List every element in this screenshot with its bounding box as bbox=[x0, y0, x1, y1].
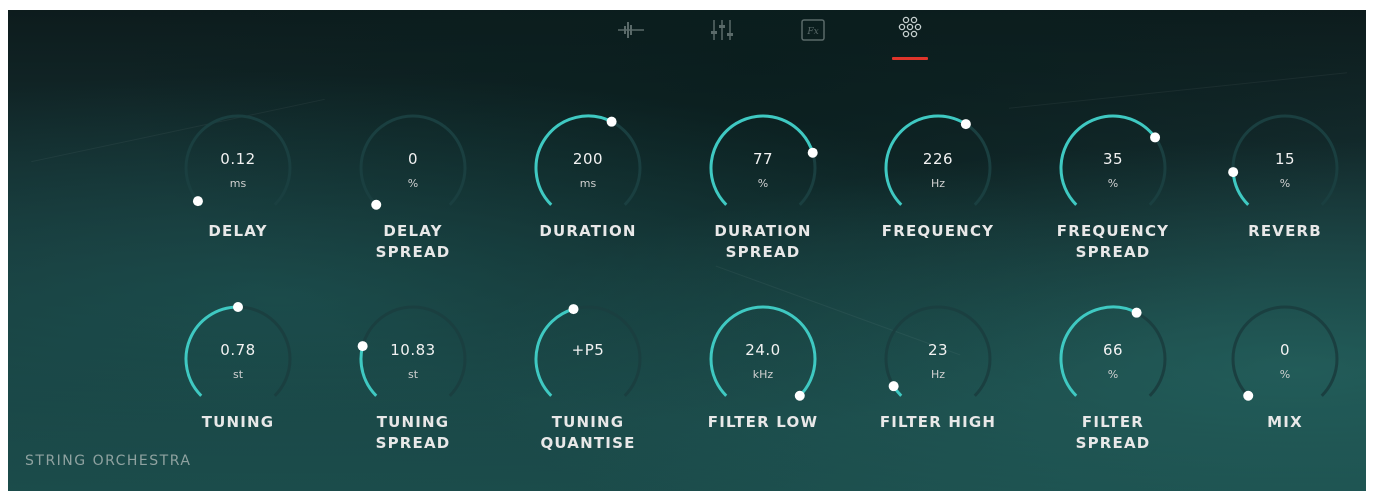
knob-label: FILTER HIGH bbox=[879, 413, 997, 431]
knob-unit: st bbox=[407, 368, 419, 381]
knob-unit: ms bbox=[579, 177, 597, 190]
knob-unit: Hz bbox=[930, 177, 946, 190]
knob-handle[interactable] bbox=[606, 116, 617, 127]
knob-reverb[interactable]: 15% REVERB bbox=[1220, 103, 1350, 253]
knob-frequency-spread[interactable]: 35% FREQUENCY SPREAD bbox=[1048, 103, 1178, 261]
knob-value: 0.78 bbox=[220, 341, 256, 359]
knob-handle[interactable] bbox=[568, 304, 579, 315]
knob-value: 77 bbox=[752, 150, 774, 168]
active-tab-indicator bbox=[892, 57, 928, 60]
knob-value: 10.83 bbox=[390, 341, 436, 359]
fx-icon: Fx bbox=[801, 19, 825, 41]
knob-filter-low[interactable]: 24.0 kHz FILTER LOW bbox=[698, 294, 828, 444]
nav-tab-dots[interactable] bbox=[888, 10, 932, 50]
knob-dial[interactable] bbox=[1048, 294, 1178, 424]
knob-dial[interactable] bbox=[523, 103, 653, 233]
knob-unit: % bbox=[407, 177, 419, 190]
knob-handle[interactable] bbox=[1243, 390, 1254, 401]
knob-handle[interactable] bbox=[192, 196, 203, 207]
knob-handle[interactable] bbox=[1150, 132, 1161, 143]
knob-dial[interactable] bbox=[523, 294, 653, 424]
knob-label: DELAY SPREAD bbox=[375, 222, 451, 261]
knob-value: 66 bbox=[1102, 341, 1124, 359]
knob-value: 0.12 bbox=[220, 150, 256, 168]
knob-value: 0 bbox=[1279, 341, 1291, 359]
knob-label: FILTER SPREAD bbox=[1075, 413, 1151, 452]
knob-unit: % bbox=[1107, 177, 1119, 190]
knob-dial[interactable] bbox=[698, 294, 828, 424]
knob-label: FILTER LOW bbox=[707, 413, 819, 431]
knob-handle[interactable] bbox=[1131, 307, 1142, 318]
knob-tuning[interactable]: 0.78 st TUNING bbox=[173, 294, 303, 444]
knob-handle[interactable] bbox=[1228, 167, 1239, 178]
knob-handle[interactable] bbox=[233, 302, 243, 312]
knob-value: 15 bbox=[1274, 150, 1296, 168]
knob-tuning-spread[interactable]: 10.83 st TUNING SPREAD bbox=[348, 294, 478, 452]
knob-label: TUNING SPREAD bbox=[375, 413, 451, 452]
knob-label: DURATION SPREAD bbox=[714, 222, 812, 261]
knob-handle[interactable] bbox=[888, 381, 899, 392]
knob-value: 35 bbox=[1102, 150, 1124, 168]
knob-value: +P5 bbox=[571, 341, 605, 359]
effects-panel: Fx 0.12 ms DELAY 0% DELAY SPREAD 200 ms DURATION… bbox=[8, 10, 1366, 491]
fx-icon-label: Fx bbox=[806, 27, 818, 37]
mixer-sliders-icon bbox=[711, 20, 733, 40]
knob-unit: Hz bbox=[930, 368, 946, 381]
knob-mix[interactable]: 0% MIX bbox=[1220, 294, 1350, 444]
knob-duration-spread[interactable]: 77% DURATION SPREAD bbox=[698, 103, 828, 261]
knob-value: 226 bbox=[922, 150, 954, 168]
knob-dial[interactable] bbox=[873, 103, 1003, 233]
knob-filter-spread[interactable]: 66% FILTER SPREAD bbox=[1048, 294, 1178, 452]
knob-unit: % bbox=[1107, 368, 1119, 381]
knob-unit: % bbox=[1279, 177, 1291, 190]
knob-delay-spread[interactable]: 0% DELAY SPREAD bbox=[348, 103, 478, 261]
knob-unit: % bbox=[1279, 368, 1291, 381]
knob-value: 200 bbox=[572, 150, 604, 168]
knob-value: 23 bbox=[927, 341, 949, 359]
knob-dial[interactable] bbox=[1220, 294, 1350, 424]
knob-frequency[interactable]: 226 Hz FREQUENCY bbox=[873, 103, 1003, 253]
knob-handle[interactable] bbox=[371, 199, 382, 210]
nav-tab-mixer[interactable] bbox=[700, 10, 744, 50]
nav-tab-fx[interactable]: Fx bbox=[791, 10, 835, 50]
knob-value: 24.0 bbox=[745, 341, 781, 359]
knob-delay[interactable]: 0.12 ms DELAY bbox=[173, 103, 303, 253]
knob-unit: ms bbox=[229, 177, 247, 190]
dots-grid-icon bbox=[898, 16, 922, 38]
knob-label: REVERB bbox=[1248, 222, 1322, 240]
knob-unit: % bbox=[757, 177, 769, 190]
knob-dial[interactable] bbox=[873, 294, 1003, 424]
knob-dial[interactable] bbox=[173, 294, 303, 424]
knob-dial[interactable] bbox=[1048, 103, 1178, 233]
knob-label: DURATION bbox=[539, 222, 637, 240]
knob-label: FREQUENCY SPREAD bbox=[1056, 222, 1170, 261]
knob-dial[interactable] bbox=[698, 103, 828, 233]
knob-label: TUNING bbox=[201, 413, 275, 431]
knob-label: MIX bbox=[1267, 413, 1303, 431]
knob-value: 0 bbox=[407, 150, 419, 168]
knob-dial[interactable] bbox=[1220, 103, 1350, 233]
instrument-title: STRING ORCHESTRA bbox=[25, 453, 192, 469]
knob-handle[interactable] bbox=[794, 390, 805, 401]
knob-dial[interactable] bbox=[348, 103, 478, 233]
nav-tab-waveform[interactable] bbox=[609, 10, 653, 50]
knob-handle[interactable] bbox=[960, 119, 971, 130]
knob-label: TUNING QUANTISE bbox=[540, 413, 636, 452]
knob-unit: st bbox=[232, 368, 244, 381]
waveform-icon bbox=[618, 22, 644, 38]
knob-duration[interactable]: 200 ms DURATION bbox=[523, 103, 653, 253]
knob-dial[interactable] bbox=[348, 294, 478, 424]
knob-dial[interactable] bbox=[173, 103, 303, 233]
knob-tuning-quantise[interactable]: +P5 TUNING QUANTISE bbox=[523, 294, 653, 452]
knob-label: FREQUENCY bbox=[881, 222, 995, 240]
knob-filter-high[interactable]: 23 Hz FILTER HIGH bbox=[873, 294, 1003, 444]
knob-label: DELAY bbox=[208, 222, 268, 240]
knob-unit: kHz bbox=[752, 368, 774, 381]
